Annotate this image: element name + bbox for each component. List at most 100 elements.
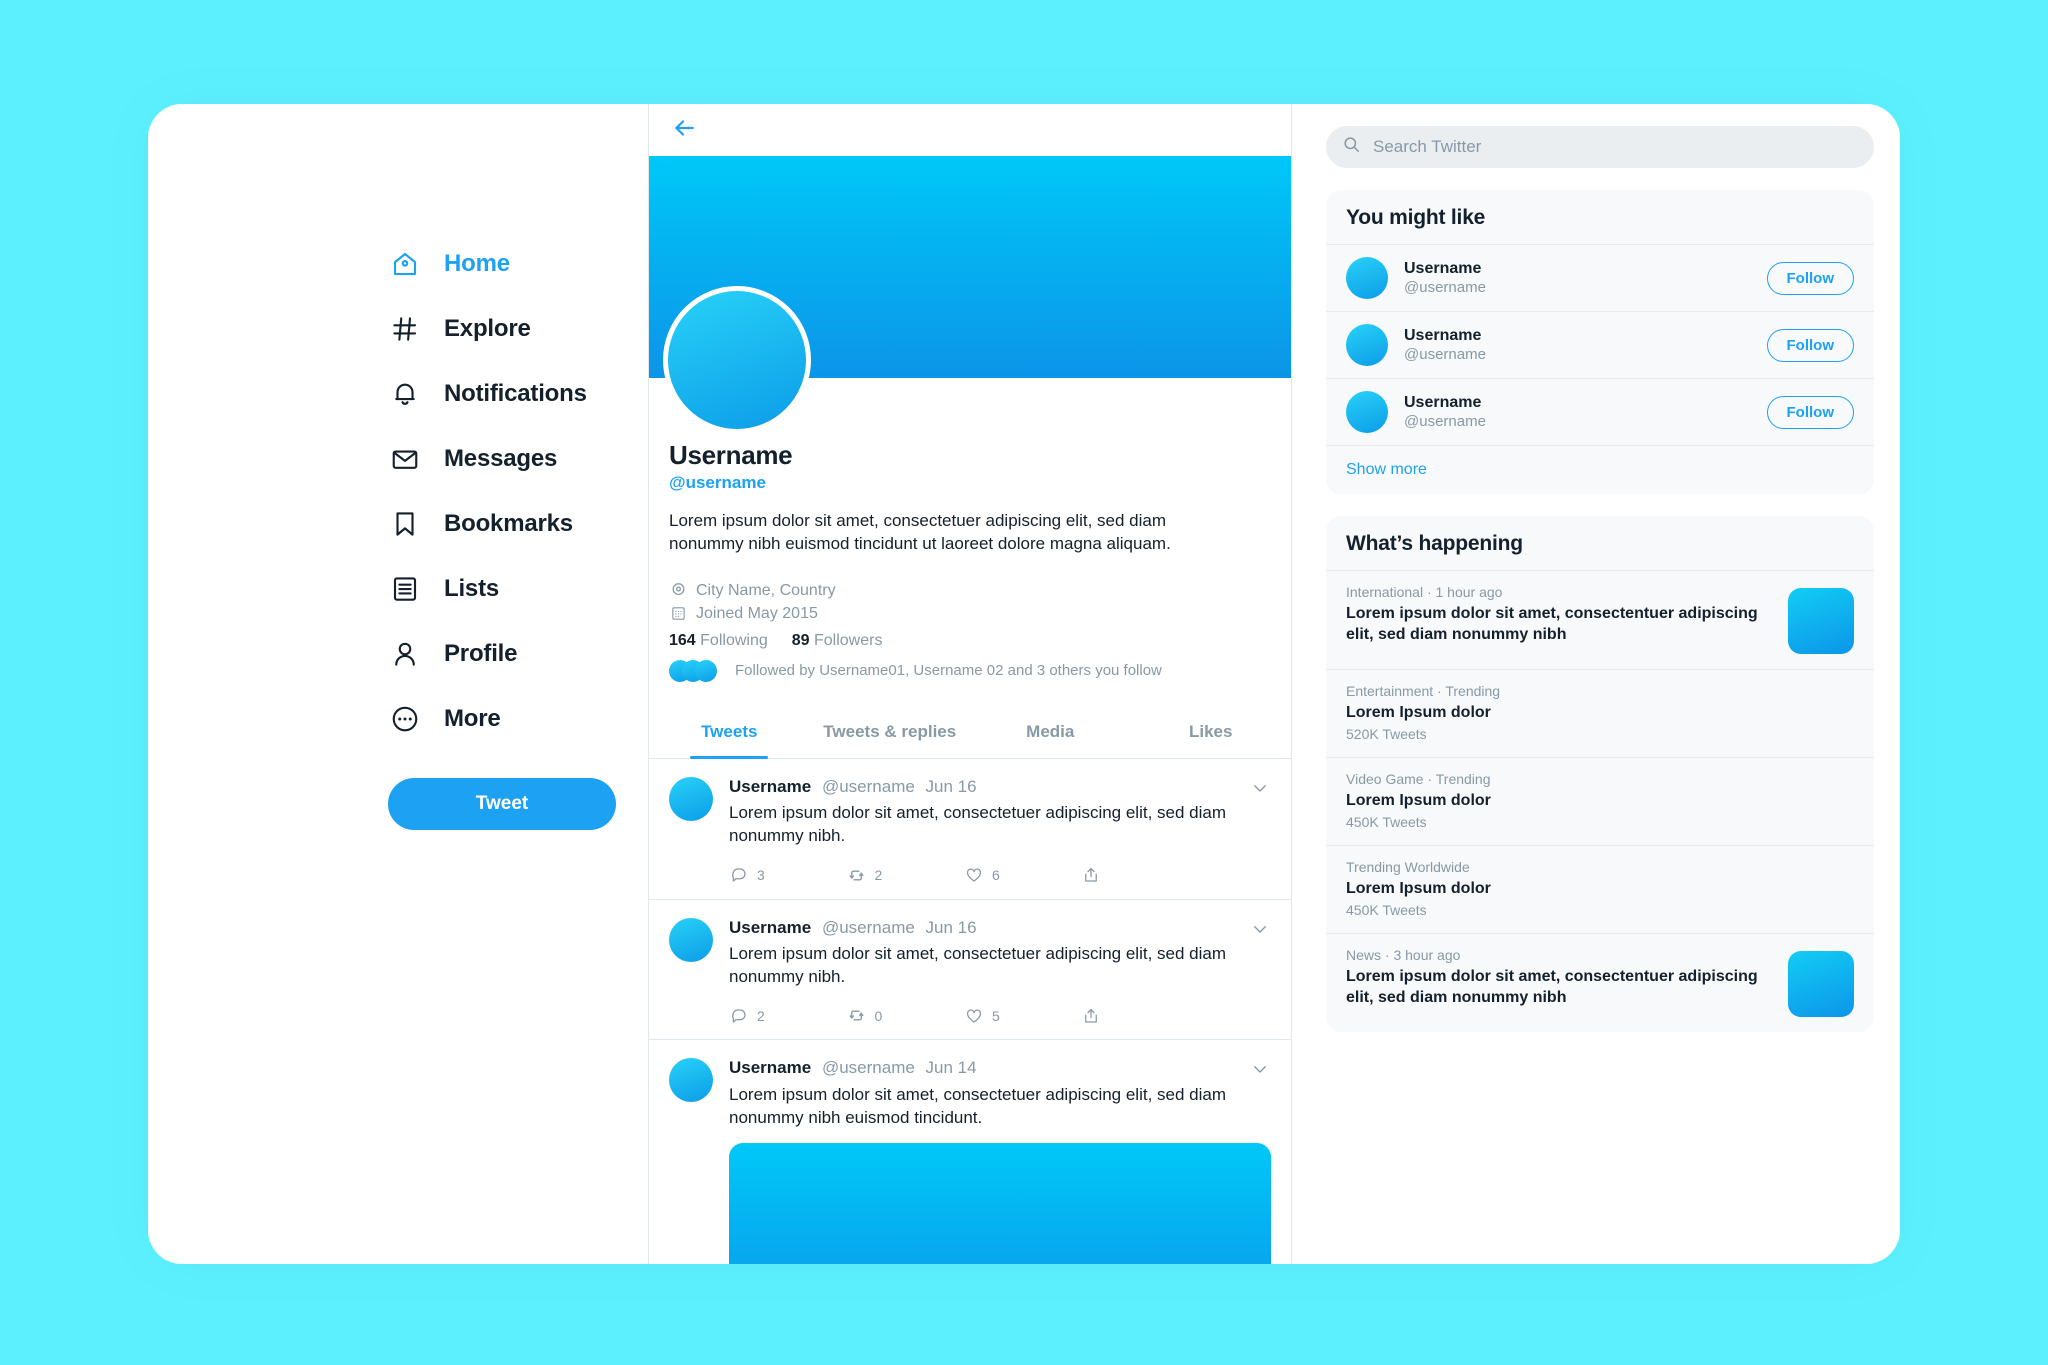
trend-count: 520K Tweets xyxy=(1346,726,1427,743)
profile-location: City Name, Country xyxy=(669,582,1271,600)
whats-happening-card: What’s happening International · 1 hour … xyxy=(1326,516,1874,1033)
reply-action[interactable]: 2 xyxy=(729,1006,847,1025)
avatar[interactable] xyxy=(669,917,713,962)
followers-stat[interactable]: 89 Followers xyxy=(792,632,883,650)
followed-by-text: Followed by Username01, Username 02 and … xyxy=(735,662,1162,680)
profile-handle: @username xyxy=(669,473,766,492)
trend-category: International · 1 hour ago xyxy=(1346,584,1503,600)
avatar[interactable] xyxy=(669,776,713,821)
profile-avatar[interactable] xyxy=(663,286,811,434)
sidebar-item-home[interactable]: Home xyxy=(388,232,648,296)
like-count: 5 xyxy=(992,1007,1000,1024)
like-action[interactable]: 6 xyxy=(964,866,1082,885)
envelope-icon xyxy=(388,442,422,476)
avatar xyxy=(1346,257,1388,299)
back-arrow-icon[interactable] xyxy=(671,115,697,146)
retweet-action[interactable]: 2 xyxy=(847,866,965,885)
trend-count: 450K Tweets xyxy=(1346,814,1427,831)
follow-button[interactable]: Follow xyxy=(1766,395,1854,429)
bell-icon xyxy=(388,377,422,411)
trend-item[interactable]: International · 1 hour ago Lorem ipsum d… xyxy=(1326,570,1874,669)
like-action[interactable]: 5 xyxy=(964,1006,1082,1025)
search-icon xyxy=(1342,135,1361,159)
tweet-text: Lorem ipsum dolor sit amet, consectetuer… xyxy=(729,943,1227,987)
share-action[interactable] xyxy=(1082,1006,1200,1025)
trend-title: Lorem ipsum dolor sit amet, consectentue… xyxy=(1346,605,1758,644)
trend-info: International · 1 hour ago Lorem ipsum d… xyxy=(1346,584,1774,645)
chevron-down-icon[interactable] xyxy=(1251,779,1269,802)
trend-item[interactable]: Video Game · Trending Lorem Ipsum dolor … xyxy=(1326,757,1874,845)
like-count: 6 xyxy=(992,867,1000,884)
tweet-header: Username @username Jun 14 xyxy=(729,1058,1271,1078)
reply-icon xyxy=(729,866,748,885)
trend-item[interactable]: News · 3 hour ago Lorem ipsum dolor sit … xyxy=(1326,933,1874,1032)
trend-item[interactable]: Entertainment · Trending Lorem Ipsum dol… xyxy=(1326,669,1874,757)
followers-label: Followers xyxy=(814,631,883,649)
sidebar-item-label: Home xyxy=(444,250,510,277)
tab-likes[interactable]: Likes xyxy=(1131,704,1292,758)
share-action[interactable] xyxy=(1082,866,1200,885)
tweet-actions: 2 0 5 xyxy=(729,1006,1199,1025)
left-sidebar: Home Explore Notifications Messages Book… xyxy=(148,104,648,1264)
tweet-date: Jun 16 xyxy=(925,917,977,937)
sidebar-item-lists[interactable]: Lists xyxy=(388,557,648,621)
chevron-down-icon[interactable] xyxy=(1251,920,1269,943)
suggestion-row[interactable]: Username @username Follow xyxy=(1326,378,1874,445)
search-input[interactable] xyxy=(1373,137,1858,157)
avatar xyxy=(1346,324,1388,366)
tweet-item[interactable]: Username @username Jun 14 Lorem ipsum do… xyxy=(649,1040,1291,1264)
profile-stats: 164 Following 89 Followers xyxy=(669,632,1271,650)
tab-tweets[interactable]: Tweets xyxy=(649,704,810,758)
follow-button[interactable]: Follow xyxy=(1766,328,1854,362)
retweet-action[interactable]: 0 xyxy=(847,1006,965,1025)
trend-count: 450K Tweets xyxy=(1346,902,1427,919)
center-column: Username @username Lorem ipsum dolor sit… xyxy=(648,104,1292,1264)
search-bar[interactable] xyxy=(1326,126,1874,168)
tab-media[interactable]: Media xyxy=(970,704,1131,758)
profile-joined: Joined May 2015 xyxy=(669,605,1271,623)
tab-tweets-and-replies[interactable]: Tweets & replies xyxy=(810,704,971,758)
suggestion-row[interactable]: Username @username Follow xyxy=(1326,244,1874,311)
suggestion-row[interactable]: Username @username Follow xyxy=(1326,311,1874,378)
home-icon xyxy=(388,247,422,281)
tweet-header: Username @username Jun 16 xyxy=(729,918,1271,938)
trend-category: Entertainment · Trending xyxy=(1346,683,1501,699)
sidebar-item-messages[interactable]: Messages xyxy=(388,427,648,491)
tweet-button[interactable]: Tweet xyxy=(388,778,616,830)
avatar[interactable] xyxy=(669,1058,713,1103)
sidebar-item-bookmarks[interactable]: Bookmarks xyxy=(388,492,648,556)
profile-meta: City Name, Country Joined May 2015 xyxy=(669,582,1271,623)
tweet-text: Lorem ipsum dolor sit amet, consectetuer… xyxy=(729,1084,1227,1127)
show-more-link[interactable]: Show more xyxy=(1326,445,1874,494)
trend-category: News · 3 hour ago xyxy=(1346,947,1461,964)
follow-button[interactable]: Follow xyxy=(1766,261,1854,295)
trend-info: Entertainment · Trending Lorem Ipsum dol… xyxy=(1346,683,1854,742)
retweet-icon xyxy=(847,1006,866,1025)
sidebar-item-label: More xyxy=(444,705,501,732)
profile-tabs: Tweets Tweets & replies Media Likes xyxy=(649,704,1291,759)
tweet-media-image[interactable] xyxy=(729,1142,1271,1264)
suggestion-handle: @username xyxy=(1404,346,1486,363)
tweet-content: Username @username Jun 16 Lorem ipsum do… xyxy=(729,918,1271,1026)
trend-info: Trending Worldwide Lorem Ipsum dolor 450… xyxy=(1346,859,1854,918)
trend-info: News · 3 hour ago Lorem ipsum dolor sit … xyxy=(1346,947,1774,1008)
primary-navigation: Home Explore Notifications Messages Book… xyxy=(148,232,648,751)
reply-action[interactable]: 3 xyxy=(729,866,847,885)
followers-count: 89 xyxy=(791,631,810,649)
followed-by-row[interactable]: Followed by Username01, Username 02 and … xyxy=(669,659,1271,682)
trend-item[interactable]: Trending Worldwide Lorem Ipsum dolor 450… xyxy=(1326,845,1874,933)
following-stat[interactable]: 164 Following xyxy=(669,632,768,650)
app-window: Home Explore Notifications Messages Book… xyxy=(148,104,1900,1264)
sidebar-item-more[interactable]: More xyxy=(388,687,648,751)
sidebar-item-label: Bookmarks xyxy=(444,510,573,537)
suggestion-info: Username @username xyxy=(1404,394,1767,430)
tweet-item[interactable]: Username @username Jun 16 Lorem ipsum do… xyxy=(649,900,1291,1041)
trend-category: Trending Worldwide xyxy=(1346,859,1470,876)
tweet-item[interactable]: Username @username Jun 16 Lorem ipsum do… xyxy=(649,759,1291,900)
sidebar-item-notifications[interactable]: Notifications xyxy=(388,362,648,426)
chevron-down-icon[interactable] xyxy=(1251,1060,1269,1083)
trend-thumbnail xyxy=(1788,588,1854,654)
sidebar-item-explore[interactable]: Explore xyxy=(388,297,648,361)
sidebar-item-profile[interactable]: Profile xyxy=(388,622,648,686)
sidebar-item-label: Explore xyxy=(444,315,531,342)
